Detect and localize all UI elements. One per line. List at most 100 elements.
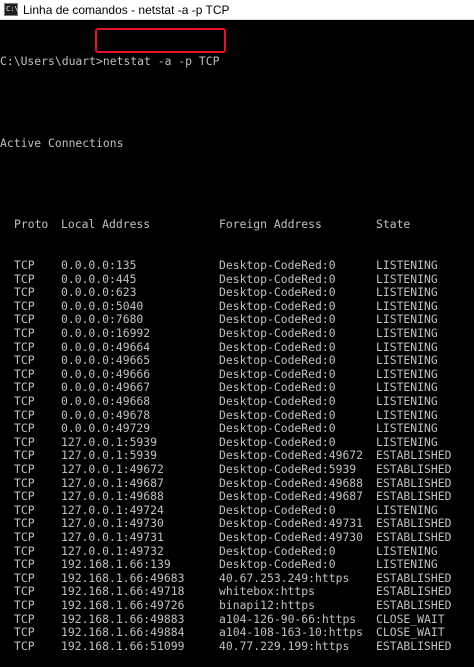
window-titlebar[interactable]: C:\ Linha de comandos - netstat -a -p TC… [0,0,474,20]
table-row: TCP 127.0.0.1:49688 Desktop-CodeRed:49687 E… [0,490,474,504]
cell-local-address: 192.168.1.66:49884 [61,625,185,640]
header-foreign-address: Foreign Address [219,217,322,232]
cell-local-address: 127.0.0.1:49672 [61,462,164,476]
cell-foreign-address: Desktop-CodeRed:0 [219,380,336,395]
cell-state: ESTABLISHED [376,516,452,531]
command-highlight-box [95,28,226,53]
cell-local-address: 127.0.0.1:49732 [61,543,164,558]
table-row: TCP 0.0.0.0:16992 Desktop-CodeRed:0 LISTENI… [0,326,474,341]
cell-proto: TCP [14,625,35,640]
cell-foreign-address: Desktop-CodeRed:0 [219,407,336,422]
cell-state: LISTENING [376,421,438,436]
cell-state: CLOSE_WAIT [376,625,445,640]
header-local-address: Local Address [61,217,151,232]
cell-local-address: 0.0.0.0:49678 [61,407,151,422]
cell-local-address: 0.0.0.0:49665 [61,353,151,368]
cell-proto: TCP [14,326,35,341]
table-row: TCP 192.168.1.66:139 Desktop-CodeRed:0 LIST… [0,558,474,572]
cell-local-address: 0.0.0.0:5040 [61,298,144,313]
cell-proto: TCP [14,380,35,395]
terminal-icon: C:\ [4,3,19,16]
cell-local-address: 192.168.1.66:49883 [61,611,185,626]
table-row: TCP 0.0.0.0:49664 Desktop-CodeRed:0 LISTENI… [0,340,474,355]
table-row: TCP 0.0.0.0:445 Desktop-CodeRed:0 LISTENING [0,271,474,287]
table-row: TCP 127.0.0.1:49687 Desktop-CodeRed:49688 E… [0,475,474,491]
cell-foreign-address: Desktop-CodeRed:0 [219,421,336,436]
cell-foreign-address: 40.67.253.249:https [219,570,350,585]
table-row: TCP 127.0.0.1:49732 Desktop-CodeRed:0 LISTE… [0,543,474,559]
cell-foreign-address: binapi12:https [219,597,316,612]
table-row: TCP 192.168.1.66:49726 binapi12:https ESTAB… [0,597,474,613]
cell-foreign-address: Desktop-CodeRed:49687 [219,489,364,504]
cell-proto: TCP [14,312,35,327]
cell-local-address: 0.0.0.0:49666 [61,366,151,381]
table-row: TCP 0.0.0.0:49667 Desktop-CodeRed:0 LISTENI… [0,381,474,395]
cell-proto: TCP [14,421,35,436]
table-row: TCP 0.0.0.0:49678 Desktop-CodeRed:0 LISTENI… [0,407,474,423]
cell-foreign-address: Desktop-CodeRed:0 [219,298,336,313]
cell-proto: TCP [14,516,35,531]
cell-foreign-address: Desktop-CodeRed:0 [219,258,336,273]
table-row: TCP 192.168.1.66:49884 a104-108-163-10:htt… [0,626,474,640]
table-row: TCP 0.0.0.0:623 Desktop-CodeRed:0 LISTENING [0,286,474,300]
cell-local-address: 192.168.1.66:51099 [61,638,185,653]
table-row: TCP 0.0.0.0:49666 Desktop-CodeRed:0 LISTENI… [0,366,474,382]
cell-state: ESTABLISHED [376,475,452,490]
cell-local-address: 0.0.0.0:16992 [61,326,151,341]
cell-state: CLOSE_WAIT [376,611,445,626]
cell-proto: TCP [14,434,35,449]
header-state: State [376,217,411,232]
cell-state: LISTENING [376,258,438,273]
table-row: TCP 192.168.1.66:49718 whitebox:https ESTAB… [0,585,474,599]
cell-proto: TCP [14,475,35,490]
cell-local-address: 127.0.0.1:49731 [61,529,164,544]
cell-foreign-address: Desktop-CodeRed:0 [219,285,336,300]
cell-proto: TCP [14,298,35,313]
cell-proto: TCP [14,285,35,300]
cell-foreign-address: a104-126-90-66:https [219,611,357,626]
cell-state: ESTABLISHED [376,462,452,476]
cell-local-address: 0.0.0.0:49667 [61,380,151,395]
cell-local-address: 127.0.0.1:5939 [61,448,158,463]
connections-heading: Active Connections [0,135,124,150]
table-row: TCP 127.0.0.1:49731 Desktop-CodeRed:49730 E… [0,529,474,545]
cell-state: LISTENING [376,298,438,313]
connection-table: TCP 0.0.0.0:135 Desktop-CodeRed:0 LISTENING… [0,258,474,653]
cell-proto: TCP [14,353,35,368]
cell-foreign-address: Desktop-CodeRed:49731 [219,516,364,531]
cell-foreign-address: Desktop-CodeRed:0 [219,353,336,368]
cell-state: LISTENING [376,312,438,327]
cell-proto: TCP [14,597,35,612]
cell-local-address: 127.0.0.1:49730 [61,516,164,531]
cell-state: ESTABLISHED [376,448,452,463]
cell-state: ESTABLISHED [376,529,452,544]
cell-state: ESTABLISHED [376,638,452,653]
cell-local-address: 0.0.0.0:49729 [61,421,151,436]
cell-proto: TCP [14,366,35,381]
console-output[interactable]: C:\Users\duart>netstat -a -p TCP Active … [0,28,474,667]
cell-local-address: 127.0.0.1:49688 [61,489,164,504]
cell-foreign-address: Desktop-CodeRed:0 [219,434,336,449]
window-title: Linha de comandos - netstat -a -p TCP [23,3,230,17]
cell-foreign-address: Desktop-CodeRed:49672 [219,448,364,463]
table-row: TCP 0.0.0.0:49729 Desktop-CodeRed:0 LISTENI… [0,422,474,436]
cell-foreign-address: Desktop-CodeRed:49730 [219,529,364,544]
cell-foreign-address: a104-108-163-10:https [219,625,364,640]
table-row: TCP 127.0.0.1:5939 Desktop-CodeRed:49672 ES… [0,449,474,463]
cell-proto: TCP [14,611,35,626]
cell-foreign-address: Desktop-CodeRed:0 [219,326,336,341]
cell-proto: TCP [14,448,35,463]
cell-foreign-address: Desktop-CodeRed:0 [219,394,336,409]
cell-state: LISTENING [376,557,438,572]
table-row: TCP 0.0.0.0:7680 Desktop-CodeRed:0 LISTENIN… [0,313,474,327]
cell-local-address: 127.0.0.1:49724 [61,502,164,517]
header-proto: Proto [14,217,49,232]
cell-foreign-address: whitebox:https [219,584,316,599]
cell-state: ESTABLISHED [376,584,452,599]
table-row: TCP 127.0.0.1:5939 Desktop-CodeRed:0 LISTEN… [0,434,474,450]
cell-foreign-address: Desktop-CodeRed:0 [219,271,336,286]
cell-proto: TCP [14,570,35,585]
cell-foreign-address: Desktop-CodeRed:0 [219,543,336,558]
cell-local-address: 0.0.0.0:135 [61,258,137,273]
cell-local-address: 0.0.0.0:623 [61,285,137,300]
